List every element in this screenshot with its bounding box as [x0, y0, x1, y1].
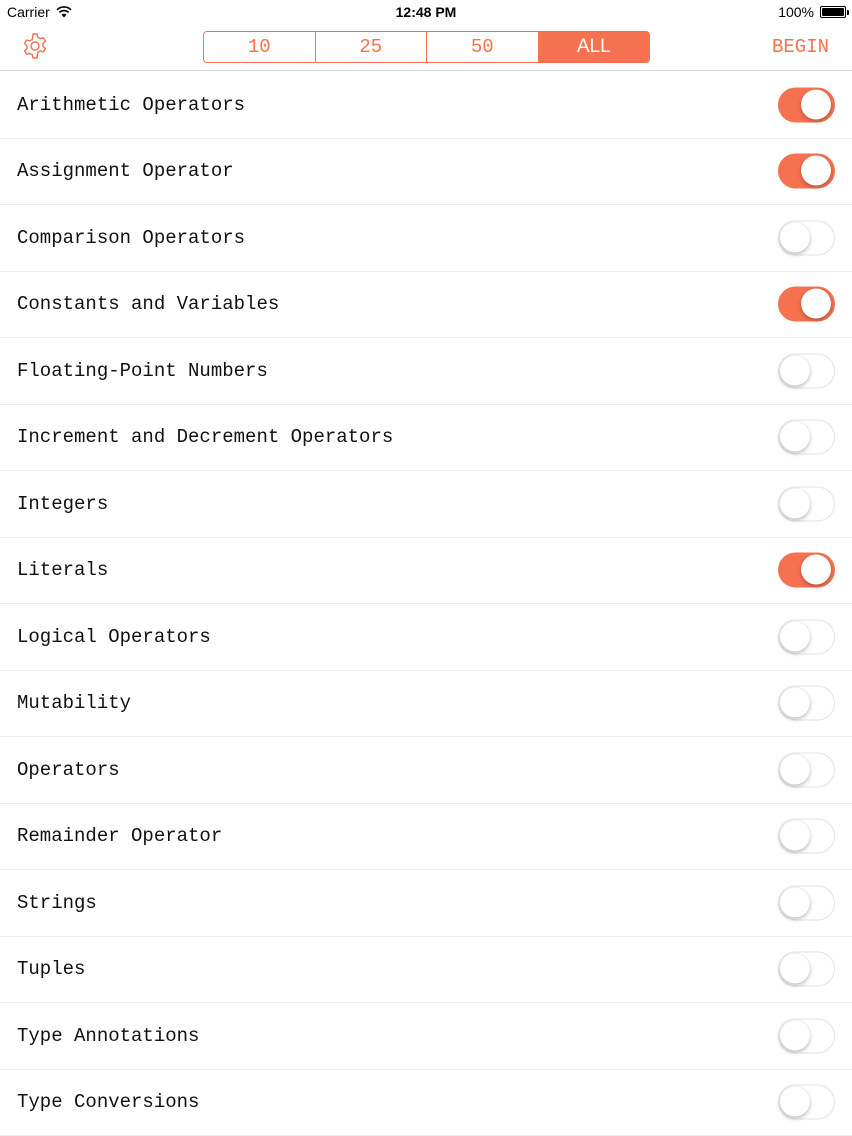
status-right: 100% — [778, 4, 849, 20]
topic-toggle[interactable] — [778, 1084, 835, 1120]
topic-row: Assignment Operator — [0, 139, 852, 205]
nav-bar: 10 25 50 ALL BEGIN — [0, 24, 852, 71]
topic-row: Logical Operators — [0, 604, 852, 671]
topic-toggle[interactable] — [778, 486, 835, 522]
topic-row: Literals — [0, 538, 852, 604]
topic-label: Increment and Decrement Operators — [17, 426, 394, 449]
topic-label: Integers — [17, 492, 109, 515]
gear-icon — [23, 33, 47, 59]
topic-row: Type Conversions — [0, 1070, 852, 1136]
topic-label: Strings — [17, 891, 97, 914]
topic-row: Remainder Operator — [0, 804, 852, 870]
topic-row: Arithmetic Operators — [0, 72, 852, 139]
topic-toggle[interactable] — [778, 951, 835, 987]
topic-label: Arithmetic Operators — [17, 93, 246, 116]
topic-row: Increment and Decrement Operators — [0, 405, 852, 471]
segment-25[interactable]: 25 — [315, 32, 427, 62]
topic-toggle[interactable] — [778, 885, 835, 921]
status-bar: Carrier 12:48 PM 100% — [0, 0, 852, 24]
topic-toggle[interactable] — [778, 419, 835, 455]
topic-label: Literals — [17, 559, 109, 582]
begin-button[interactable]: BEGIN — [772, 36, 829, 58]
topic-toggle[interactable] — [778, 752, 835, 788]
topic-label: Type Conversions — [17, 1091, 200, 1114]
segment-all[interactable]: ALL — [538, 32, 649, 62]
settings-button[interactable] — [20, 31, 50, 61]
topic-label: Comparison Operators — [17, 226, 246, 249]
topic-toggle[interactable] — [778, 153, 835, 189]
topic-row: Integers — [0, 471, 852, 538]
battery-icon — [820, 6, 849, 18]
topic-row: Constants and Variables — [0, 272, 852, 338]
topic-list: Arithmetic Operators Assignment Operator… — [0, 72, 852, 1136]
topic-row: Tuples — [0, 937, 852, 1003]
topic-label: Floating-Point Numbers — [17, 359, 268, 382]
topic-row: Comparison Operators — [0, 205, 852, 272]
topic-toggle[interactable] — [778, 619, 835, 655]
topic-row: Mutability — [0, 671, 852, 737]
topic-row: Strings — [0, 870, 852, 937]
topic-label: Type Annotations — [17, 1024, 200, 1047]
topic-label: Constants and Variables — [17, 293, 280, 316]
topic-toggle[interactable] — [778, 87, 835, 123]
topic-label: Operators — [17, 758, 120, 781]
topic-row: Operators — [0, 737, 852, 804]
status-time: 12:48 PM — [395, 4, 457, 20]
topic-toggle[interactable] — [778, 220, 835, 256]
topic-toggle[interactable] — [778, 353, 835, 389]
segment-50[interactable]: 50 — [427, 32, 539, 62]
topic-toggle[interactable] — [778, 685, 835, 721]
topic-label: Remainder Operator — [17, 825, 223, 848]
topic-label: Assignment Operator — [17, 160, 234, 183]
topic-toggle[interactable] — [778, 286, 835, 322]
topic-label: Mutability — [17, 692, 132, 715]
topic-toggle[interactable] — [778, 1018, 835, 1054]
topic-toggle[interactable] — [778, 818, 835, 854]
count-segmented-control: 10 25 50 ALL — [203, 31, 650, 63]
topic-toggle[interactable] — [778, 552, 835, 588]
battery-percent: 100% — [778, 4, 814, 20]
topic-label: Logical Operators — [17, 625, 211, 648]
segment-10[interactable]: 10 — [204, 32, 316, 62]
topic-label: Tuples — [17, 958, 86, 981]
topic-row: Type Annotations — [0, 1003, 852, 1070]
topic-row: Floating-Point Numbers — [0, 338, 852, 405]
